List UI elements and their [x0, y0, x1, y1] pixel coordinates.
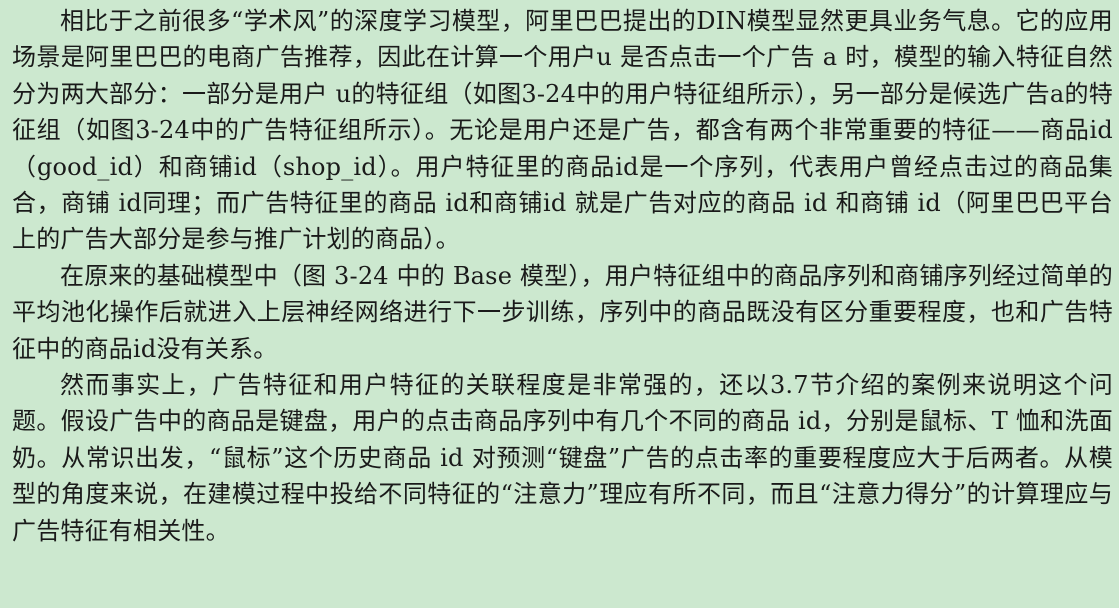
paragraph-3: 然而事实上，广告特征和用户特征的关联程度是非常强的，还以3.7节介绍的案例来说明…: [12, 371, 1113, 545]
paragraph-2: 在原来的基础模型中（图 3-24 中的 Base 模型），用户特征组中的商品序列…: [12, 261, 1113, 363]
paragraph-1: 相比于之前很多“学术风”的深度学习模型，阿里巴巴提出的DIN模型显然更具业务气息…: [12, 7, 1113, 254]
document-page: 相比于之前很多“学术风”的深度学习模型，阿里巴巴提出的DIN模型显然更具业务气息…: [0, 0, 1119, 608]
